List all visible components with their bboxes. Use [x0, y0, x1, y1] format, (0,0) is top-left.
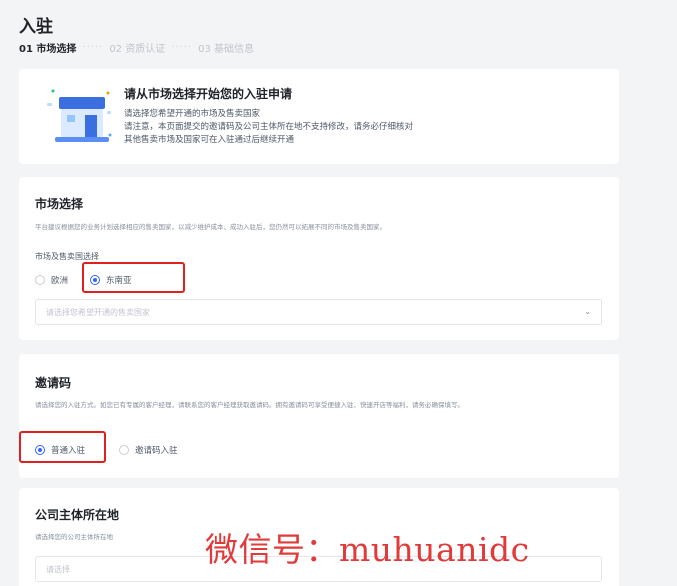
- country-select[interactable]: 请选择您希望开通的售卖国家 ⌄: [35, 299, 602, 325]
- radio-label: 邀请码入驻: [135, 446, 178, 456]
- highlight-box: [82, 262, 185, 293]
- highlight-box: [19, 431, 106, 463]
- watermark-text: 微信号：muhuanidc: [205, 530, 530, 569]
- banner-title: 请从市场选择开始您的入驻申请: [124, 87, 293, 101]
- step-separator: ·····: [171, 42, 193, 53]
- select-placeholder: 请选择您希望开通的售卖国家: [46, 308, 150, 317]
- banner-line: 其他售卖市场及国家可在入驻通过后继续开通: [124, 135, 295, 145]
- invite-title: 邀请码: [35, 376, 72, 390]
- step-indicator: 01 市场选择 ····· 02 资质认证 ····· 03 基础信息: [19, 40, 254, 55]
- chevron-down-icon: ⌄: [584, 307, 591, 316]
- select-placeholder: 请选择: [46, 565, 70, 574]
- banner-line: 请注意，本页面提交的邀请码及公司主体所在地不支持修改，请务必仔细核对: [124, 122, 414, 132]
- radio-label: 欧洲: [51, 276, 69, 286]
- radio-circle: [35, 275, 45, 285]
- banner-line: 请选择您希望开通的市场及售卖国家: [124, 109, 261, 119]
- market-desc: 平台建议根据您的业务计划选择相应的售卖国家，以减少维护成本、成功入驻后，您仍然可…: [35, 223, 386, 231]
- step-2: 02 资质认证: [109, 44, 166, 55]
- market-field-label: 市场及售卖国选择: [35, 252, 99, 261]
- radio-circle: [119, 445, 129, 455]
- page-title: 入驻: [19, 17, 53, 37]
- step-1: 01 市场选择: [19, 44, 77, 55]
- store-icon: [47, 89, 112, 142]
- step-separator: ·····: [82, 42, 104, 53]
- radio-europe[interactable]: 欧洲: [35, 274, 68, 286]
- company-desc: 请选择您的公司主体所在地: [35, 533, 113, 541]
- radio-invite-code-entry[interactable]: 邀请码入驻: [119, 444, 178, 456]
- invite-section: 邀请码 请选择您的入驻方式。如您已有专属的客户经理，请联系您的客户经理获取邀请码…: [19, 354, 619, 478]
- step-3: 03 基础信息: [198, 44, 255, 55]
- market-section: 市场选择 平台建议根据您的业务计划选择相应的售卖国家，以减少维护成本、成功入驻后…: [19, 177, 619, 340]
- company-title: 公司主体所在地: [35, 508, 120, 522]
- market-title: 市场选择: [35, 197, 84, 211]
- invite-desc: 请选择您的入驻方式。如您已有专属的客户经理，请联系您的客户经理获取邀请码。拥有邀…: [35, 401, 464, 409]
- intro-banner: 请从市场选择开始您的入驻申请 请选择您希望开通的市场及售卖国家 请注意，本页面提…: [19, 69, 619, 164]
